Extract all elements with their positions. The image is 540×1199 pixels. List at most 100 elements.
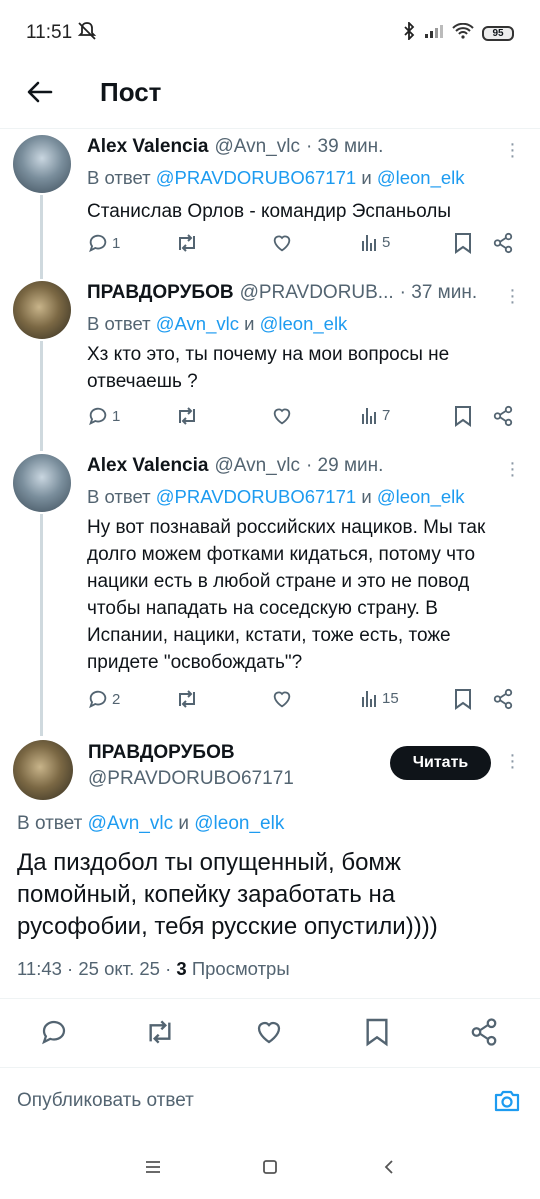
retweet-icon: [149, 1020, 171, 1044]
status-time: 11:51: [26, 22, 73, 43]
divider: [0, 998, 540, 999]
share-button[interactable]: [492, 405, 514, 427]
user-handle[interactable]: @Avn_vlc: [214, 136, 299, 158]
views-icon: [362, 235, 376, 251]
tweet-time: · 39 мин.: [305, 136, 384, 157]
tweet-text: Хз кто это, ты почему на мои вопросы не …: [87, 344, 450, 392]
like-button[interactable]: [271, 405, 293, 427]
bookmark-icon: [366, 1018, 388, 1047]
reply-button[interactable]: 1: [87, 232, 120, 254]
display-name[interactable]: Alex Valencia: [87, 136, 208, 158]
back-arrow-icon: [27, 81, 53, 103]
reply-and: и: [356, 167, 377, 188]
user-handle[interactable]: @Avn_vlc: [214, 455, 299, 477]
tweet-header: ПРАВДОРУБОВ @PRAVDORUB... · 37 мин.: [87, 282, 477, 304]
share-button[interactable]: [492, 688, 514, 710]
share-icon: [493, 405, 513, 427]
bookmark-button[interactable]: [454, 688, 472, 710]
reply-button[interactable]: [38, 1016, 70, 1048]
avatar[interactable]: [13, 135, 71, 193]
mention-link[interactable]: @PRAVDORUBO67171: [156, 486, 356, 507]
reply-icon: [89, 690, 107, 709]
views-count: 15: [382, 689, 399, 707]
mention-link[interactable]: @Avn_vlc: [88, 813, 173, 834]
recent-apps-button[interactable]: [138, 1154, 168, 1180]
like-button[interactable]: [271, 688, 293, 710]
system-back-button[interactable]: [374, 1154, 404, 1180]
display-name[interactable]: Alex Valencia: [87, 455, 208, 477]
reply-button[interactable]: 2: [87, 688, 120, 710]
reply-and: и: [173, 813, 195, 834]
mention-link[interactable]: @leon_elk: [377, 486, 465, 507]
tweet-header: Alex Valencia @Avn_vlc · 39 мин.: [87, 136, 383, 158]
status-indicators: 95: [402, 20, 514, 45]
more-options-icon[interactable]: · · ·: [508, 745, 516, 777]
tweet-text: Ну вот познавай российских нациков. Мы т…: [87, 517, 486, 673]
reply-and: и: [238, 313, 260, 334]
retweet-icon: [179, 234, 195, 252]
tweet-actions: 2 15: [87, 688, 517, 714]
tweet-actions: 1 7: [87, 405, 517, 431]
reply-count: 1: [112, 234, 121, 252]
more-options-icon[interactable]: · · ·: [508, 134, 516, 166]
user-handle[interactable]: @PRAVDORUBO67171: [88, 768, 294, 790]
chevron-left-icon: [384, 1160, 393, 1174]
retweet-button[interactable]: [144, 1016, 176, 1048]
tweet-time: · 29 мин.: [305, 455, 384, 476]
reply-button[interactable]: 1: [87, 405, 120, 427]
tweet-text: Станислав Орлов - командир Эспаньолы: [87, 201, 452, 222]
wifi-icon: [452, 22, 474, 44]
retweet-button[interactable]: [175, 688, 199, 710]
avatar[interactable]: [13, 281, 71, 339]
display-name[interactable]: ПРАВДОРУБОВ: [87, 282, 234, 304]
tweet-header: Alex Valencia @Avn_vlc · 29 мин.: [87, 455, 383, 477]
share-button[interactable]: [468, 1016, 500, 1048]
share-button[interactable]: [492, 232, 514, 254]
display-name[interactable]: ПРАВДОРУБОВ: [88, 742, 235, 764]
home-square-icon: [263, 1160, 277, 1174]
heart-icon: [273, 408, 291, 425]
home-button[interactable]: [255, 1154, 285, 1180]
views-count: 3: [176, 958, 187, 979]
more-options-icon[interactable]: · · ·: [508, 453, 516, 485]
tweet-time: · 37 мин.: [399, 282, 478, 303]
reply-to: В ответ @PRAVDORUBO67171 и @leon_elk: [87, 486, 465, 508]
back-button[interactable]: [22, 74, 58, 110]
bookmark-button[interactable]: [454, 405, 472, 427]
retweet-button[interactable]: [175, 232, 199, 254]
like-button[interactable]: [253, 1016, 285, 1048]
user-handle[interactable]: @PRAVDORUB...: [240, 282, 394, 304]
views-label[interactable]: Просмотры: [187, 958, 290, 979]
bookmark-icon: [455, 233, 471, 254]
reply-input[interactable]: [17, 1090, 457, 1112]
like-button[interactable]: [271, 232, 293, 254]
bookmark-button[interactable]: [454, 232, 472, 254]
share-icon: [493, 688, 513, 710]
avatar[interactable]: [13, 740, 73, 800]
views-button[interactable]: 5: [361, 232, 390, 252]
bookmark-button[interactable]: [361, 1016, 393, 1048]
reply-to: В ответ @Avn_vlc и @leon_elk: [17, 813, 284, 835]
menu-icon: [146, 1161, 160, 1173]
views-button[interactable]: 15: [361, 688, 399, 708]
battery-icon: 95: [482, 26, 514, 41]
mute-icon: [76, 20, 98, 47]
camera-button[interactable]: [491, 1085, 523, 1117]
mention-link[interactable]: @Avn_vlc: [156, 313, 239, 334]
reply-prefix: В ответ: [87, 313, 156, 334]
reply-icon: [89, 234, 107, 253]
mention-link[interactable]: @leon_elk: [194, 813, 284, 834]
avatar[interactable]: [13, 454, 71, 512]
tweet-text: Да пиздобол ты опущенный, бомж помойный,…: [17, 849, 438, 940]
follow-button[interactable]: Читать: [390, 746, 491, 780]
mention-link[interactable]: @PRAVDORUBO67171: [156, 167, 356, 188]
thread-line: [40, 195, 43, 279]
views-button[interactable]: 7: [361, 405, 390, 425]
retweet-icon: [179, 690, 195, 708]
mention-link[interactable]: @leon_elk: [377, 167, 465, 188]
more-options-icon[interactable]: · · ·: [508, 280, 516, 312]
mention-link[interactable]: @leon_elk: [260, 313, 348, 334]
reply-count: 2: [112, 690, 121, 708]
heart-icon: [273, 691, 291, 708]
retweet-button[interactable]: [175, 405, 199, 427]
